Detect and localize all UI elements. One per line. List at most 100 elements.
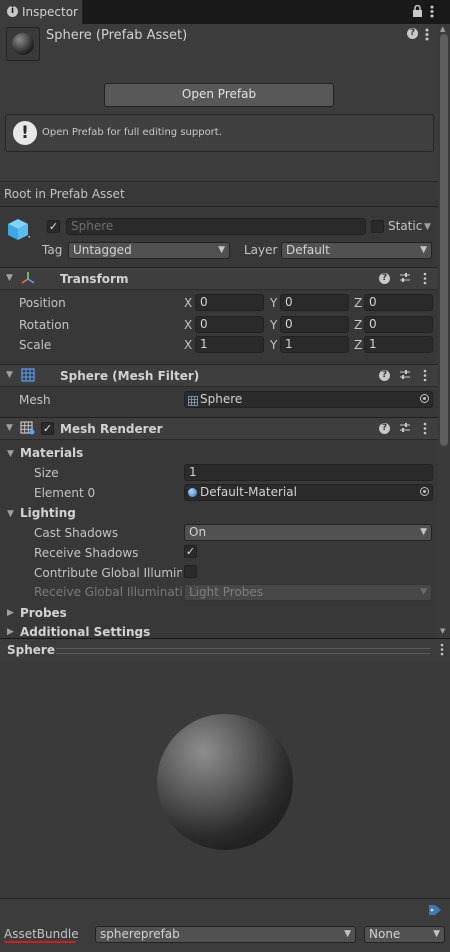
- receive-gi-label: Receive Global Illuminatio: [34, 585, 182, 599]
- kebab-menu-icon[interactable]: [423, 422, 427, 438]
- preset-icon[interactable]: [399, 272, 411, 287]
- axis-x-label[interactable]: X: [184, 318, 192, 332]
- materials-foldout-arrow-icon[interactable]: ▼: [7, 449, 14, 459]
- axis-y-label[interactable]: Y: [270, 338, 277, 352]
- axis-y-label[interactable]: Y: [270, 318, 277, 332]
- mesh-filter-header[interactable]: ▼ Sphere (Mesh Filter) ?: [0, 364, 438, 387]
- additional-settings-foldout-arrow-icon[interactable]: ▶: [7, 627, 14, 637]
- asset-bundle-variant-dropdown[interactable]: None ▼: [364, 926, 445, 943]
- contribute-gi-checkbox[interactable]: [184, 565, 197, 578]
- scale-z-field[interactable]: 1: [364, 336, 433, 353]
- tag-dropdown[interactable]: Untagged ▼: [68, 242, 230, 259]
- mesh-object-field[interactable]: Sphere: [184, 391, 433, 408]
- materials-label[interactable]: Materials: [20, 446, 83, 460]
- preview-drag-handle[interactable]: [56, 648, 430, 654]
- settings-sliders-icon[interactable]: [425, 28, 429, 44]
- layer-dropdown[interactable]: Default ▼: [281, 242, 432, 259]
- kebab-menu-icon[interactable]: [430, 5, 434, 21]
- lighting-foldout-arrow-icon[interactable]: ▼: [7, 509, 14, 519]
- object-picker-icon[interactable]: [420, 394, 429, 403]
- foldout-arrow-icon[interactable]: ▼: [6, 423, 13, 433]
- lock-icon[interactable]: [412, 4, 423, 20]
- divider: [0, 206, 438, 207]
- scroll-up-arrow-icon[interactable]: ▲: [440, 25, 445, 33]
- static-label[interactable]: Static: [388, 219, 422, 233]
- help-icon[interactable]: ?: [407, 28, 418, 39]
- tag-label: Tag: [42, 243, 63, 257]
- scrollbar-thumb[interactable]: [440, 34, 448, 446]
- rotation-x-field[interactable]: 0: [195, 316, 264, 333]
- kebab-menu-icon[interactable]: [423, 272, 427, 288]
- receive-gi-dropdown: Light Probes ▼: [184, 584, 432, 601]
- tab-inspector[interactable]: i Inspector: [0, 0, 83, 24]
- mesh-filter-title: Sphere (Mesh Filter): [60, 369, 200, 383]
- kebab-menu-icon[interactable]: [423, 369, 427, 385]
- cast-shadows-value: On: [189, 525, 207, 539]
- help-text: Open Prefab for full editing support.: [42, 127, 222, 138]
- axis-x-label[interactable]: X: [184, 296, 192, 310]
- element0-object-field[interactable]: Default-Material: [184, 484, 433, 501]
- foldout-arrow-icon[interactable]: ▼: [6, 370, 13, 380]
- preset-icon[interactable]: [399, 422, 411, 437]
- asset-bundle-name-dropdown[interactable]: sphereprefab ▼: [95, 926, 356, 943]
- chevron-down-icon: ▼: [420, 245, 427, 255]
- probes-label[interactable]: Probes: [20, 606, 67, 620]
- asset-bundle-underline: [4, 941, 76, 943]
- additional-settings-label[interactable]: Additional Settings: [20, 625, 150, 639]
- preview-area[interactable]: [0, 661, 450, 899]
- foldout-arrow-icon[interactable]: ▼: [6, 273, 13, 283]
- receive-shadows-checkbox[interactable]: ✓: [184, 545, 197, 558]
- axis-z-label[interactable]: Z: [354, 318, 362, 332]
- label-tag-icon[interactable]: [428, 904, 442, 919]
- open-prefab-button[interactable]: Open Prefab: [104, 83, 334, 107]
- position-x-field[interactable]: 0: [195, 294, 264, 311]
- asset-bundle-name-value: sphereprefab: [100, 927, 180, 941]
- scale-y-field[interactable]: 1: [280, 336, 349, 353]
- preset-icon[interactable]: [399, 369, 411, 384]
- object-picker-icon[interactable]: [420, 487, 429, 496]
- chevron-down-icon: ▼: [420, 587, 427, 597]
- tab-label: Inspector: [22, 5, 78, 19]
- cast-shadows-dropdown[interactable]: On ▼: [184, 524, 432, 541]
- position-label: Position: [19, 296, 66, 310]
- help-icon[interactable]: ?: [379, 423, 390, 434]
- kebab-menu-icon[interactable]: [440, 643, 444, 659]
- rotation-y-field[interactable]: 0: [280, 316, 349, 333]
- transform-header[interactable]: ▼ Transform ?: [0, 267, 438, 290]
- prefab-thumbnail: [6, 27, 40, 61]
- rotation-label: Rotation: [19, 318, 70, 332]
- help-icon[interactable]: ?: [379, 370, 390, 381]
- mesh-renderer-enabled-checkbox[interactable]: ✓: [41, 422, 54, 435]
- probes-foldout-arrow-icon[interactable]: ▶: [7, 608, 14, 618]
- axis-y-label[interactable]: Y: [270, 296, 277, 310]
- mesh-renderer-header[interactable]: ▼ ✓ Mesh Renderer ?: [0, 417, 438, 440]
- layer-label: Layer: [244, 243, 278, 257]
- mesh-label: Mesh: [19, 393, 51, 407]
- asset-bundle-bar: [0, 898, 450, 952]
- asset-bundle-variant-value: None: [369, 927, 401, 941]
- axis-z-label[interactable]: Z: [354, 296, 362, 310]
- help-icon[interactable]: ?: [379, 273, 390, 284]
- lighting-label[interactable]: Lighting: [20, 506, 76, 520]
- rotation-z-field[interactable]: 0: [364, 316, 433, 333]
- preview-header[interactable]: Sphere: [0, 638, 450, 662]
- gameobject-cube-icon[interactable]: [6, 217, 31, 246]
- cast-shadows-label: Cast Shadows: [34, 526, 119, 540]
- size-field[interactable]: 1: [184, 464, 433, 481]
- name-placeholder: Sphere: [71, 219, 114, 233]
- active-checkbox[interactable]: ✓: [47, 220, 60, 233]
- static-checkbox[interactable]: [371, 220, 384, 233]
- axis-x-label[interactable]: X: [184, 338, 192, 352]
- warning-icon: !: [13, 121, 37, 145]
- position-z-field[interactable]: 0: [364, 294, 433, 311]
- position-y-field[interactable]: 0: [280, 294, 349, 311]
- static-dropdown-arrow[interactable]: ▼: [424, 222, 431, 232]
- mesh-renderer-icon: [20, 421, 35, 438]
- scroll-down-arrow-icon[interactable]: ▼: [440, 627, 445, 635]
- scale-x-field[interactable]: 1: [195, 336, 264, 353]
- root-label: Root in Prefab Asset: [4, 187, 125, 201]
- contribute-gi-label: Contribute Global Illuminat: [34, 566, 182, 580]
- axis-z-label[interactable]: Z: [354, 338, 362, 352]
- receive-shadows-label: Receive Shadows: [34, 546, 139, 560]
- name-field[interactable]: Sphere: [66, 218, 366, 235]
